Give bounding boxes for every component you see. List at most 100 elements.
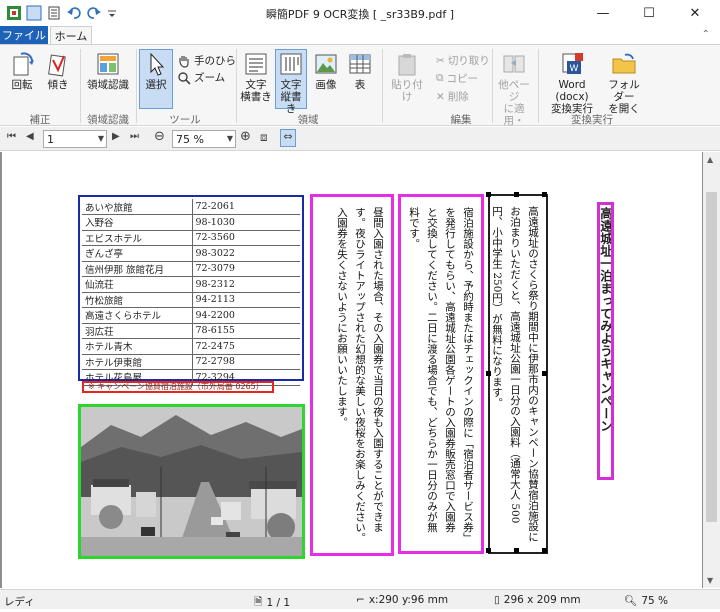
resize-handle[interactable]: [514, 548, 519, 553]
paste-label: 貼り付け: [391, 79, 423, 103]
lodging-name-cell: 竹松旅館: [82, 292, 193, 308]
zoom-tool-button[interactable]: ズーム: [177, 70, 225, 85]
tab-home[interactable]: ホーム: [50, 26, 92, 45]
zoom-select[interactable]: 75 % ▼: [172, 130, 236, 148]
status-ready: レディ: [4, 594, 35, 609]
chevron-down-icon: ▼: [226, 134, 233, 143]
lodging-name-cell: ホテル青木: [82, 338, 193, 355]
text-region-3-content: 高遠城址のさくら祭り期間中に伊那市内のキャンペーン協賛宿泊施設にお泊まりいただく…: [491, 206, 539, 542]
ribbon-tabs: ファイル ホーム ⌃: [0, 26, 720, 45]
page-number-select[interactable]: 1 ▼: [43, 130, 107, 148]
text-vertical-icon: [280, 53, 302, 75]
image-region[interactable]: [78, 404, 305, 559]
copy-icon: ⧉: [436, 72, 444, 84]
heading-region[interactable]: 高遠城址一泊まってみようキャンペーン: [597, 202, 614, 480]
word-convert-button[interactable]: W Word (docx) 変換実行: [542, 51, 602, 115]
scroll-up-icon[interactable]: ▲: [707, 155, 713, 164]
tab-file[interactable]: ファイル: [0, 26, 48, 44]
customize-qa-dropdown-icon[interactable]: [106, 5, 122, 21]
status-page: 🗎 1 / 1: [254, 594, 290, 612]
text-vertical-button[interactable]: 文字 縦書き: [276, 51, 306, 115]
text-region-1-content: 昼間入園された場合、その入園券で当日の夜も入園することができます。夜ひライトアッ…: [336, 207, 384, 543]
table-row: 入野谷 98-1030: [82, 214, 300, 231]
next-page-icon[interactable]: ▶: [112, 131, 120, 142]
close-button[interactable]: ✕: [672, 0, 718, 26]
zoom-in-icon[interactable]: ⊕: [240, 129, 251, 144]
phone-number-cell: 72-2798: [192, 354, 300, 370]
copy-button[interactable]: ⧉ コピー: [436, 71, 478, 86]
phone-number-cell: 94-2113: [192, 292, 300, 308]
zoom-out-icon[interactable]: ⊖: [154, 129, 165, 144]
resize-handle[interactable]: [486, 192, 491, 197]
phone-number-cell: 98-3022: [192, 245, 300, 262]
minimize-button[interactable]: —: [580, 0, 626, 26]
phone-number-cell: 98-1030: [192, 214, 300, 231]
ribbon-separator: [80, 49, 81, 123]
scroll-thumb[interactable]: [706, 192, 717, 522]
table-icon: [349, 54, 371, 74]
prev-page-icon[interactable]: ◀: [26, 131, 34, 142]
zoom-icon: [178, 71, 191, 85]
skew-button[interactable]: 傾き: [44, 51, 72, 91]
cut-button[interactable]: ✂ 切り取り: [436, 53, 490, 68]
ribbon: 回転 傾き 補正 領域認識 領域認識 選択 手のひら ズーム ツール 文字 横書…: [0, 44, 720, 127]
fit-page-icon[interactable]: ⧈: [260, 130, 268, 145]
caption-region[interactable]: ※ キャンペーン協賛宿泊施設（市外局番 0265）: [82, 381, 274, 393]
text-region-1[interactable]: 昼間入園された場合、その入園券で当日の夜も入園することができます。夜ひライトアッ…: [310, 194, 394, 556]
table-row: 高遠さくらホテル 94-2200: [82, 307, 300, 324]
zoom-status-icon: 🔍︎: [624, 595, 638, 607]
document-view[interactable]: あいや旅館 72-2061 入野谷 98-1030 エビスホテル 72-3560 ぎんざ亭 9…: [0, 152, 720, 588]
navigation-bar: ⏮ ◀ 1 ▼ ▶ ⏭ ⊖ 75 % ▼ ⊕ ⧈ ⇔: [0, 127, 720, 151]
table-row: ぎんざ亭 98-3022: [82, 245, 300, 262]
status-page-text: 1 / 1: [266, 597, 291, 609]
select-mode-icon[interactable]: [26, 5, 42, 21]
hand-tool-label: 手のひら: [194, 55, 236, 67]
text-vertical-label-1: 文字: [280, 79, 302, 91]
pdf-page: あいや旅館 72-2061 入野谷 98-1030 エビスホテル 72-3560 ぎんざ亭 9…: [2, 152, 702, 588]
table-region-button[interactable]: 表: [346, 51, 374, 91]
phone-number-cell: 72-2061: [192, 199, 300, 215]
table-region-label: 表: [354, 79, 366, 91]
rotate-label: 回転: [11, 79, 33, 91]
table-row: あいや旅館 72-2061: [82, 199, 300, 215]
text-horizontal-icon: [245, 53, 267, 75]
chevron-down-icon: ▼: [97, 134, 104, 143]
first-page-icon[interactable]: ⏮: [7, 131, 16, 142]
area-recog-button[interactable]: 領域認識: [86, 51, 130, 91]
resize-handle[interactable]: [542, 192, 547, 197]
group-tools-label: ツール: [169, 114, 201, 126]
resize-handle[interactable]: [514, 192, 519, 197]
redo-icon[interactable]: [86, 5, 102, 21]
text-horizontal-button[interactable]: 文字 横書き: [240, 51, 272, 103]
hand-tool-button[interactable]: 手のひら: [177, 53, 236, 68]
scan-icon[interactable]: [46, 5, 62, 21]
fit-width-icon[interactable]: ⇔: [280, 129, 296, 147]
scroll-down-icon[interactable]: ▼: [707, 576, 713, 585]
table-row: ホテル伊東館 72-2798: [82, 354, 300, 370]
open-folder-button[interactable]: フォルダー を開く: [604, 51, 644, 115]
undo-icon[interactable]: [66, 5, 82, 21]
ribbon-collapse-icon[interactable]: ⌃: [702, 29, 710, 40]
image-region-button[interactable]: 画像: [312, 51, 340, 91]
scissors-icon: ✂: [436, 54, 445, 67]
vertical-scrollbar[interactable]: ▲ ▼: [703, 152, 720, 588]
select-tool-button[interactable]: 選択: [141, 51, 171, 91]
paste-button[interactable]: 貼り付け: [388, 51, 426, 103]
resize-handle[interactable]: [542, 371, 547, 376]
zoom-value: 75 %: [176, 132, 204, 146]
resize-handle[interactable]: [542, 548, 547, 553]
table-region[interactable]: あいや旅館 72-2061 入野谷 98-1030 エビスホテル 72-3560 ぎんざ亭 9…: [78, 195, 304, 386]
arrow-cursor-icon: [150, 52, 165, 76]
resize-handle[interactable]: [486, 371, 491, 376]
paste-icon: [398, 54, 416, 76]
last-page-icon[interactable]: ⏭: [130, 131, 139, 142]
resize-handle[interactable]: [486, 548, 491, 553]
rotate-button[interactable]: 回転: [8, 51, 36, 91]
maximize-button[interactable]: ☐: [626, 0, 672, 26]
lodging-name-cell: エビスホテル: [82, 230, 193, 246]
skew-icon: [48, 54, 66, 77]
text-region-3-selected[interactable]: 高遠城址のさくら祭り期間中に伊那市内のキャンペーン協賛宿泊施設にお泊まりいただく…: [488, 194, 548, 554]
text-region-2[interactable]: 宿泊施設から、予約時またはチェックインの際に「宿泊者サービス券」を発行してもらい…: [398, 194, 484, 554]
delete-button[interactable]: ✕ 削除: [436, 89, 469, 104]
ribbon-separator: [538, 49, 539, 123]
